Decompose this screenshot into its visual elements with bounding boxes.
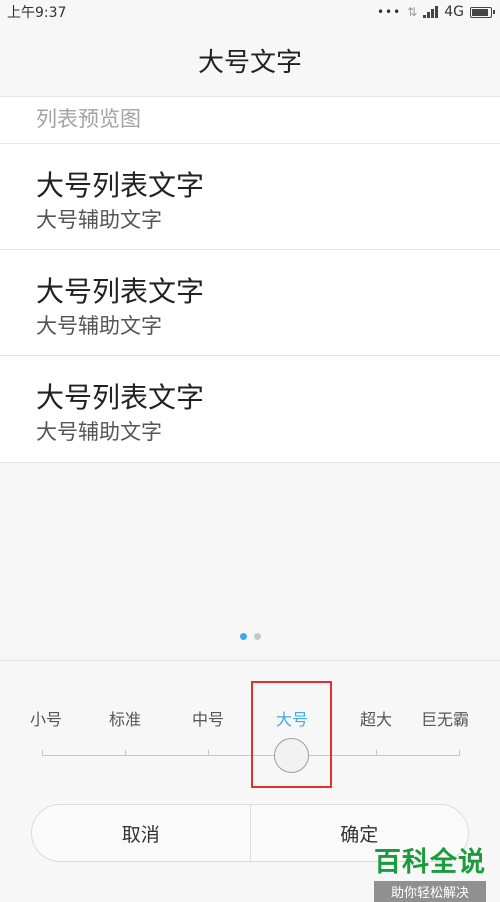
watermark-sub-text: 助你轻松解决 (374, 881, 486, 902)
list-item-primary-text: 大号列表文字 (36, 275, 205, 308)
selection-highlight-box (251, 681, 332, 788)
page-dot[interactable] (253, 633, 261, 640)
battery-icon (470, 6, 495, 18)
notification-dots-icon: ••• (376, 5, 402, 19)
list-item-secondary-text: 大号辅助文字 (36, 420, 162, 444)
watermark-main-text: 百科全说 (374, 847, 486, 878)
list-item: 大号列表文字 大号辅助文字 (0, 143, 500, 249)
size-option-medium[interactable]: 中号 (192, 706, 224, 730)
page-indicator[interactable] (0, 633, 500, 643)
list-item: 大号列表文字 大号辅助文字 (0, 249, 500, 355)
data-transfer-icon: ⇅ (407, 5, 418, 19)
list-preview-panel: 列表预览图 大号列表文字 大号辅助文字 大号列表文字 大号辅助文字 大号列表文字… (0, 96, 500, 463)
slider-tick (376, 750, 377, 756)
list-item: 大号列表文字 大号辅助文字 (0, 355, 500, 461)
watermark-logo: 百科全说 助你轻松解决 (374, 840, 486, 902)
size-option-small[interactable]: 小号 (30, 706, 62, 730)
cancel-button[interactable]: 取消 (32, 805, 250, 861)
status-icons: ••• ⇅ 4G (376, 4, 495, 20)
list-item-secondary-text: 大号辅助文字 (36, 314, 162, 338)
title-bar: 大号文字 (0, 24, 500, 96)
page-dot-active[interactable] (239, 633, 247, 640)
status-time: 上午9:37 (7, 5, 67, 21)
preview-section-label: 列表预览图 (36, 107, 141, 131)
slider-tick (42, 750, 43, 756)
size-option-huge[interactable]: 巨无霸 (421, 706, 469, 730)
list-item-primary-text: 大号列表文字 (36, 381, 205, 414)
status-bar: 上午9:37 ••• ⇅ 4G (0, 0, 500, 24)
network-type: 4G (444, 4, 464, 20)
signal-strength-icon (423, 6, 439, 18)
slider-tick (125, 750, 126, 756)
page-title: 大号文字 (197, 47, 302, 78)
slider-tick (459, 750, 460, 756)
slider-tick (208, 750, 209, 756)
list-item-secondary-text: 大号辅助文字 (36, 208, 162, 232)
list-item-primary-text: 大号列表文字 (36, 169, 205, 202)
size-option-xlarge[interactable]: 超大 (360, 706, 392, 730)
size-option-standard[interactable]: 标准 (109, 706, 141, 730)
